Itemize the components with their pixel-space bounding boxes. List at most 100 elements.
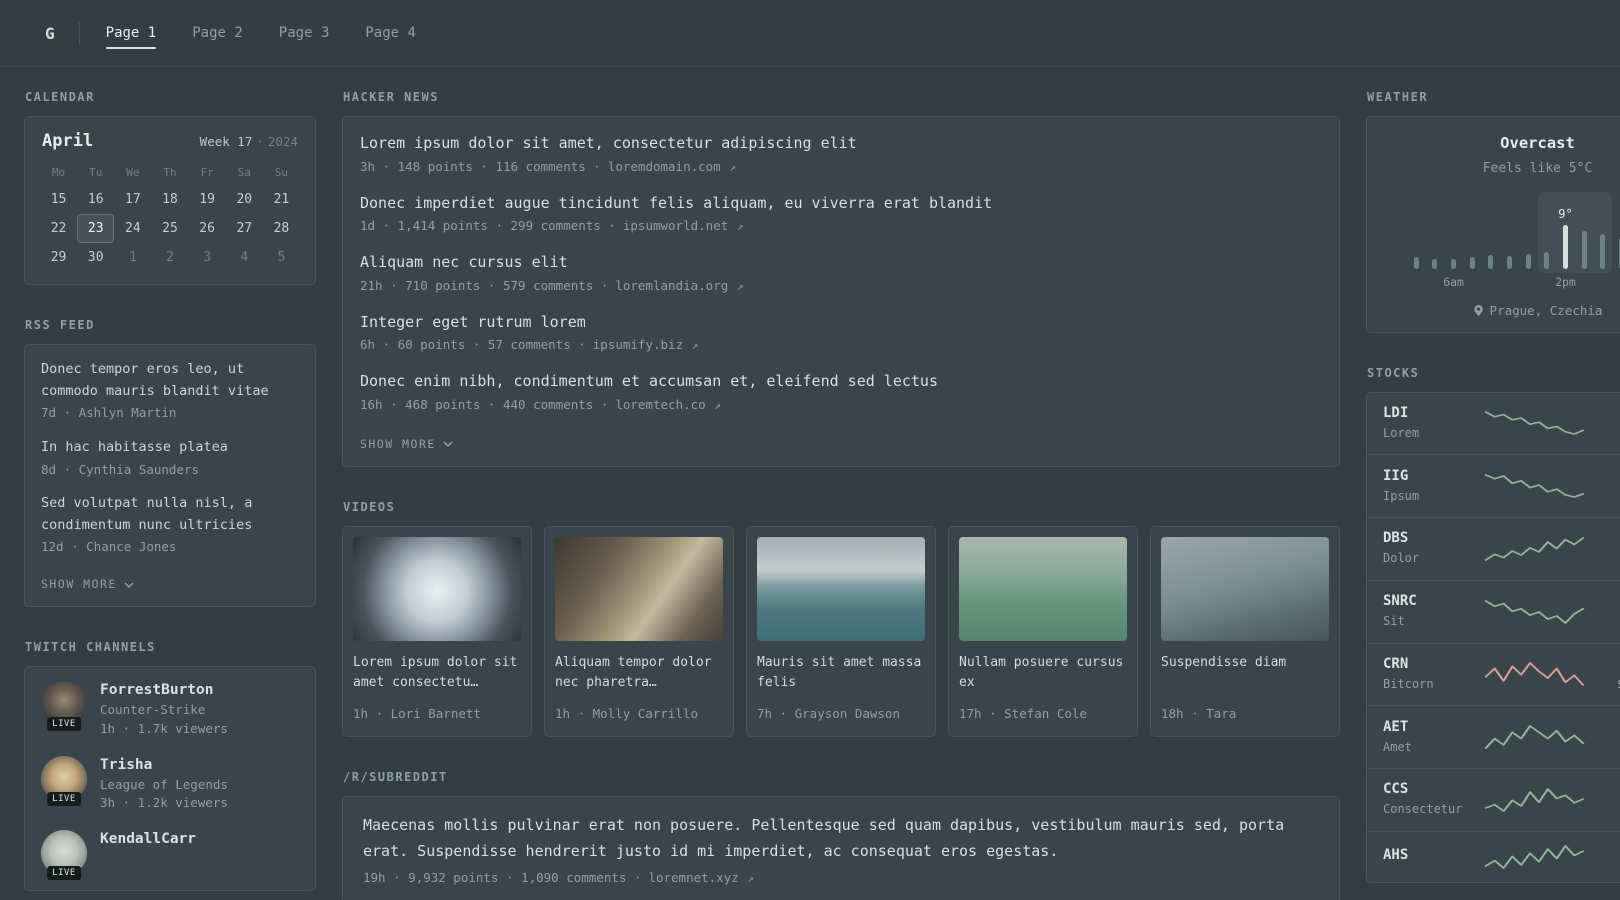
nav-divider bbox=[78, 22, 80, 44]
weather-bar-column bbox=[1519, 253, 1538, 269]
hackernews-item-title[interactable]: Aliquam nec cursus elit bbox=[360, 252, 1322, 274]
video-thumbnail[interactable] bbox=[555, 536, 723, 641]
stock-identity: IIG Ipsum bbox=[1383, 468, 1471, 505]
hackernews-item-domain-link[interactable]: ipsumify.biz ↗ bbox=[593, 337, 699, 352]
hackernews-item-title[interactable]: Donec imperdiet augue tincidunt felis al… bbox=[360, 193, 1322, 215]
page-tab[interactable]: Page 4 bbox=[365, 0, 416, 66]
channel-name[interactable]: KendallCarr bbox=[100, 831, 196, 847]
video-thumbnail[interactable] bbox=[353, 536, 521, 641]
video-card[interactable]: Aliquam tempor dolor nec pharetra… 1h · … bbox=[544, 525, 734, 738]
channel-name[interactable]: ForrestBurton bbox=[100, 682, 228, 698]
video-thumbnail[interactable] bbox=[1161, 536, 1329, 641]
calendar-day: 17 bbox=[125, 192, 141, 207]
hackernews-item-title[interactable]: Donec enim nibh, condimentum et accumsan… bbox=[360, 371, 1322, 393]
weather-bar bbox=[1451, 258, 1457, 269]
stock-row[interactable]: IIG Ipsum +2.84% $42.04 bbox=[1367, 454, 1620, 517]
twitch-channel[interactable]: LIVE Trisha League of Legends 3h · 1.2k … bbox=[41, 755, 299, 814]
video-meta: 7h · Grayson Dawson bbox=[757, 705, 900, 721]
video-title[interactable]: Aliquam tempor dolor nec pharetra… bbox=[555, 653, 723, 695]
hackernews-item[interactable]: Aliquam nec cursus elit 21h · 710 points… bbox=[360, 252, 1322, 296]
hackernews-item-domain-link[interactable]: loremlandia.org ↗ bbox=[615, 278, 743, 293]
subreddit-card: Maecenas mollis pulvinar erat non posuer… bbox=[342, 796, 1340, 900]
rss-item[interactable]: Sed volutpat nulla nisl, a condimentum n… bbox=[41, 493, 299, 557]
stock-row[interactable]: AET Amet +0.92% $499.72 bbox=[1367, 705, 1620, 768]
rss-item-title[interactable]: Donec tempor eros leo, ut commodo mauris… bbox=[41, 359, 299, 402]
subreddit-post[interactable]: Maecenas mollis pulvinar erat non posuer… bbox=[363, 813, 1319, 888]
video-title[interactable]: Nullam posuere cursus ex bbox=[959, 653, 1127, 695]
hackernews-card: Lorem ipsum dolor sit amet, consectetur … bbox=[342, 116, 1340, 467]
channel-name[interactable]: Trisha bbox=[100, 757, 228, 773]
twitch-channel[interactable]: LIVE ForrestBurton Counter-Strike 1h · 1… bbox=[41, 681, 299, 739]
top-nav: G Page 1 Page 2 Page 3 Page 4 bbox=[0, 0, 1620, 67]
weather-bar bbox=[1581, 230, 1587, 269]
subreddit-widget: /R/SUBREDDIT Maecenas mollis pulvinar er… bbox=[342, 770, 1340, 900]
video-thumbnail[interactable] bbox=[959, 536, 1127, 641]
stock-row[interactable]: SNRC Sit +1.36% $148.64 bbox=[1367, 579, 1620, 643]
hackernews-item-title[interactable]: Lorem ipsum dolor sit amet, consectetur … bbox=[360, 133, 1322, 155]
video-card[interactable]: Nullam posuere cursus ex 17h · Stefan Co… bbox=[948, 525, 1138, 738]
weather-bar-column bbox=[1482, 254, 1501, 269]
stock-sparkline bbox=[1484, 474, 1585, 498]
twitch-channel[interactable]: LIVE KendallCarr bbox=[41, 830, 299, 881]
page-tab[interactable]: Page 3 bbox=[279, 0, 330, 66]
stock-price: $795.18 bbox=[1598, 424, 1620, 443]
hackernews-show-more-button[interactable]: SHOW MORE bbox=[360, 437, 453, 451]
stock-sparkline bbox=[1484, 662, 1585, 687]
weather-bar bbox=[1413, 256, 1419, 269]
hackernews-item[interactable]: Lorem ipsum dolor sit amet, consectetur … bbox=[360, 133, 1322, 177]
stock-change: +2.84% bbox=[1598, 467, 1620, 482]
location-pin-icon bbox=[1473, 304, 1483, 316]
video-title[interactable]: Lorem ipsum dolor sit amet consectetu… bbox=[353, 653, 521, 695]
video-card[interactable]: Mauris sit amet massa felis 7h · Grayson… bbox=[746, 525, 936, 738]
rss-show-more-button[interactable]: SHOW MORE bbox=[41, 577, 134, 591]
video-card[interactable]: Lorem ipsum dolor sit amet consectetu… 1… bbox=[342, 525, 532, 738]
stock-row[interactable]: AHS +0.46% bbox=[1367, 830, 1620, 882]
subreddit-post-title[interactable]: Maecenas mollis pulvinar erat non posuer… bbox=[363, 813, 1319, 864]
stock-row[interactable]: CRN Bitcorn -1.00% $66,171.48 bbox=[1367, 642, 1620, 706]
stock-name: Sit bbox=[1383, 614, 1405, 629]
stock-row[interactable]: DBS Dolor +1.42% $156.28 bbox=[1367, 517, 1620, 580]
video-thumbnail[interactable] bbox=[757, 536, 925, 641]
video-title[interactable]: Mauris sit amet massa felis bbox=[757, 653, 925, 695]
hackernews-item[interactable]: Donec imperdiet augue tincidunt felis al… bbox=[360, 193, 1322, 237]
twitch-widget-title: TWITCH CHANNELS bbox=[25, 640, 156, 655]
hackernews-item-domain-link[interactable]: loremdomain.com ↗ bbox=[608, 159, 736, 174]
weather-bar-column bbox=[1407, 256, 1426, 269]
weather-bar bbox=[1600, 233, 1606, 269]
stock-row[interactable]: CCS Consectetur +0.51% $165.84 bbox=[1367, 768, 1620, 831]
video-title[interactable]: Suspendisse diam bbox=[1161, 653, 1329, 695]
rss-item[interactable]: Donec tempor eros leo, ut commodo mauris… bbox=[41, 359, 299, 423]
weather-bar bbox=[1544, 251, 1550, 269]
stock-symbol: AET bbox=[1383, 718, 1409, 735]
subreddit-post-domain-link[interactable]: loremnet.xyz ↗ bbox=[648, 870, 754, 885]
hackernews-item-domain-link[interactable]: ipsumworld.net ↗ bbox=[623, 218, 744, 233]
stock-row[interactable]: LDI Lorem +4.35% $795.18 bbox=[1367, 393, 1620, 455]
video-meta: 17h · Stefan Cole bbox=[959, 705, 1087, 721]
hackernews-item-title[interactable]: Integer eget rutrum lorem bbox=[360, 312, 1322, 334]
rss-widget-title: RSS FEED bbox=[25, 318, 95, 332]
calendar-day: 28 bbox=[273, 221, 290, 236]
page-tab[interactable]: Page 1 bbox=[105, 0, 156, 66]
page-tab-label: Page 4 bbox=[365, 25, 416, 41]
stock-change: +1.36% bbox=[1598, 593, 1620, 608]
hackernews-widget: HACKER NEWS Lorem ipsum dolor sit amet, … bbox=[342, 90, 1340, 467]
subreddit-widget-title: /R/SUBREDDIT bbox=[343, 770, 448, 785]
page-tab[interactable]: Page 2 bbox=[192, 0, 243, 66]
calendar-day: 25 bbox=[162, 221, 178, 236]
app-logo[interactable]: G bbox=[45, 24, 55, 43]
weather-widget-title: WEATHER bbox=[1367, 90, 1429, 104]
video-card[interactable]: Suspendisse diam 18h · Tara bbox=[1150, 525, 1340, 738]
stock-sparkline bbox=[1484, 599, 1585, 624]
rss-item-title[interactable]: In hac habitasse platea bbox=[41, 437, 299, 459]
rss-item[interactable]: In hac habitasse platea 8d · Cynthia Sau… bbox=[41, 437, 299, 479]
weather-hourly-chart: 9° bbox=[1407, 191, 1620, 273]
rss-item-title[interactable]: Sed volutpat nulla nisl, a condimentum n… bbox=[41, 493, 299, 536]
chevron-down-icon bbox=[443, 441, 453, 447]
rss-widget: RSS FEED Donec tempor eros leo, ut commo… bbox=[24, 318, 316, 608]
calendar-widget: CALENDAR April Week 17 · 2024 Mo Tu We Th Fr Sa… bbox=[24, 90, 316, 285]
stock-identity: CRN Bitcorn bbox=[1383, 656, 1471, 693]
hackernews-item[interactable]: Donec enim nibh, condimentum et accumsan… bbox=[360, 371, 1322, 415]
hackernews-item[interactable]: Integer eget rutrum lorem 6h · 60 points… bbox=[360, 312, 1322, 356]
hackernews-item-domain-link[interactable]: loremtech.co ↗ bbox=[615, 397, 721, 412]
chevron-down-icon bbox=[124, 582, 134, 588]
